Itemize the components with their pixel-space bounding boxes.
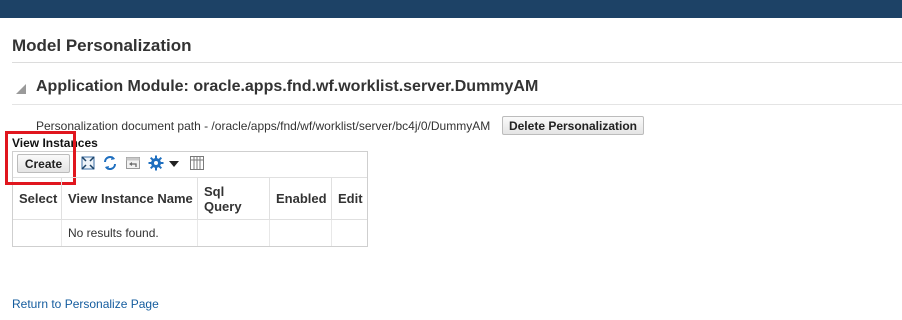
column-header-edit[interactable]: Edit [332, 177, 367, 219]
columns-icon[interactable] [189, 155, 205, 171]
sql-query-header-text: Sql Query [204, 183, 242, 214]
collapse-triangle-icon[interactable] [16, 84, 26, 94]
empty-cell-sql [198, 220, 270, 246]
column-header-enabled[interactable]: Enabled [270, 177, 332, 219]
title-divider [12, 62, 902, 63]
empty-cell-select [13, 220, 62, 246]
delete-personalization-button[interactable]: Delete Personalization [502, 116, 644, 135]
empty-cell-edit [332, 220, 367, 246]
refresh-icon[interactable] [102, 155, 118, 171]
empty-cell-enabled [270, 220, 332, 246]
document-path-text: Personalization document path - /oracle/… [36, 119, 491, 133]
column-header-view-instance-name[interactable]: View Instance Name [62, 177, 198, 219]
dropdown-caret-icon[interactable] [168, 155, 180, 171]
section-title: Application Module: oracle.apps.fnd.wf.w… [36, 78, 539, 95]
return-to-personalize-link[interactable]: Return to Personalize Page [12, 297, 159, 311]
section-divider [12, 104, 902, 105]
column-header-select[interactable]: Select [13, 177, 62, 219]
page-title: Model Personalization [12, 36, 192, 55]
gear-icon[interactable] [148, 155, 164, 171]
revert-icon[interactable] [125, 155, 141, 171]
top-banner [0, 0, 902, 18]
no-results-message: No results found. [62, 220, 198, 246]
column-header-sql-query[interactable]: Sql Query [198, 177, 270, 219]
detach-icon[interactable] [80, 155, 96, 171]
